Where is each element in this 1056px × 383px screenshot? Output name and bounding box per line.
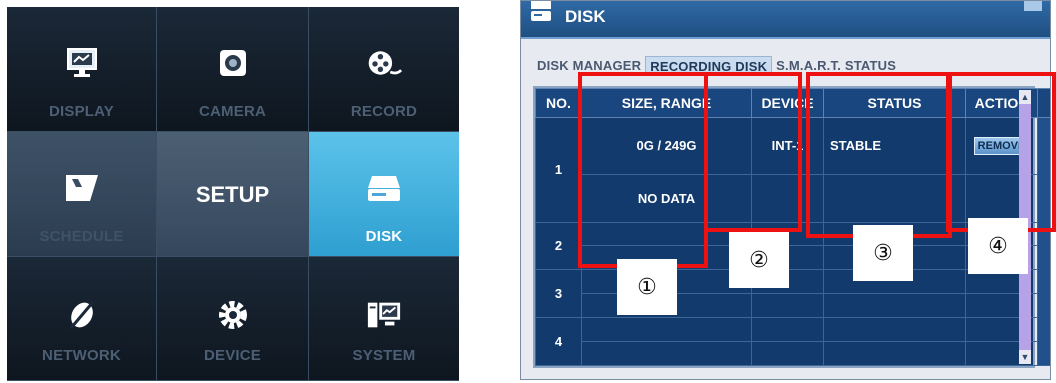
table-row[interactable]: 4 [535, 317, 1051, 366]
close-button[interactable] [1024, 1, 1042, 11]
menu-tile-camera[interactable]: CAMERA [157, 7, 309, 132]
camera-icon [215, 45, 251, 81]
scroll-up-arrow-icon[interactable]: ▲ [1019, 90, 1031, 104]
tab-disk-manager[interactable]: DISK MANAGER [533, 56, 645, 76]
menu-tile-schedule[interactable]: SCHEDULE [7, 132, 157, 257]
annotation-label-4: ④ [968, 218, 1028, 274]
empty-cell [581, 341, 752, 366]
disk-drive-icon [366, 170, 402, 206]
menu-label-schedule: SCHEDULE [39, 228, 124, 245]
row-range: NO DATA [581, 173, 752, 223]
empty-cell [751, 293, 824, 319]
network-icon [64, 297, 100, 333]
empty-cell [751, 317, 824, 343]
menu-tile-disk[interactable]: DISK [309, 132, 459, 257]
menu-label-camera: CAMERA [198, 103, 267, 120]
annotation-label-1: ① [617, 259, 677, 315]
window-title: DISK [565, 7, 606, 26]
table-row[interactable] [536, 293, 1051, 319]
row-status: STABLE [822, 117, 967, 175]
gear-icon [215, 297, 251, 333]
column-header-device: DEVICE [751, 88, 824, 118]
row-device: INT-1 [751, 117, 824, 175]
table-row[interactable]: 1 0G / 249G INT-1 STABLE REMOVE [535, 117, 1050, 366]
empty-cell [581, 317, 752, 343]
table-header-row: NO. SIZE, RANGE DEVICE STATUS ACTION [535, 88, 1050, 118]
empty-cell [822, 317, 967, 343]
tab-smart-status[interactable]: S.M.A.R.T. STATUS [772, 56, 900, 76]
menu-tile-network[interactable]: NETWORK [7, 257, 157, 381]
menu-center-setup: SETUP [157, 132, 309, 257]
row-size: 0G / 249G [581, 117, 752, 175]
empty-cell [581, 221, 752, 247]
column-header-status: STATUS [822, 88, 967, 118]
disk-table: NO. SIZE, RANGE DEVICE STATUS ACTION 1 0… [533, 86, 1050, 368]
menu-label-disk: DISK [365, 228, 403, 245]
tab-recording-disk[interactable]: RECORDING DISK [645, 56, 773, 76]
schedule-icon [64, 170, 100, 206]
system-icon [366, 297, 402, 333]
title-bar: DISK [521, 1, 1050, 39]
column-header-size-range: SIZE, RANGE [581, 88, 752, 118]
menu-label-display: DISPLAY [48, 103, 115, 120]
empty-cell [822, 173, 967, 223]
setup-menu: DISPLAY CAMERA RECORD SCHEDULE SETUP DIS… [7, 7, 459, 381]
empty-cell [751, 173, 824, 223]
monitor-icon [64, 45, 100, 81]
menu-label-network: NETWORK [42, 347, 121, 364]
annotation-label-3: ③ [853, 225, 913, 281]
disk-drive-icon [529, 1, 553, 23]
table-row[interactable]: NO DATA [536, 173, 1051, 223]
scroll-header [1037, 88, 1050, 118]
menu-tile-system[interactable]: SYSTEM [309, 257, 459, 381]
scroll-track [1037, 117, 1050, 366]
tab-bar: DISK MANAGER RECORDING DISK S.M.A.R.T. S… [533, 56, 900, 76]
row-number: 3 [535, 269, 582, 319]
menu-label-system: SYSTEM [352, 347, 416, 364]
film-reel-icon [366, 45, 402, 81]
table-row[interactable] [536, 341, 1051, 366]
annotation-label-2: ② [729, 232, 789, 288]
empty-cell [751, 341, 824, 366]
setup-title: SETUP [195, 182, 270, 207]
empty-cell [822, 341, 967, 366]
disk-window: DISK DISK MANAGER RECORDING DISK S.M.A.R… [520, 0, 1051, 380]
menu-tile-device[interactable]: DEVICE [157, 257, 309, 381]
row-number: 4 [535, 317, 582, 366]
menu-tile-display[interactable]: DISPLAY [7, 7, 157, 132]
column-header-no: NO. [535, 88, 582, 118]
row-number: 2 [535, 221, 582, 271]
menu-tile-record[interactable]: RECORD [309, 7, 459, 132]
empty-cell [822, 293, 967, 319]
menu-label-device: DEVICE [203, 347, 262, 364]
row-number: 1 [535, 117, 582, 223]
scroll-down-arrow-icon[interactable]: ▼ [1019, 350, 1031, 364]
menu-label-record: RECORD [350, 103, 418, 120]
